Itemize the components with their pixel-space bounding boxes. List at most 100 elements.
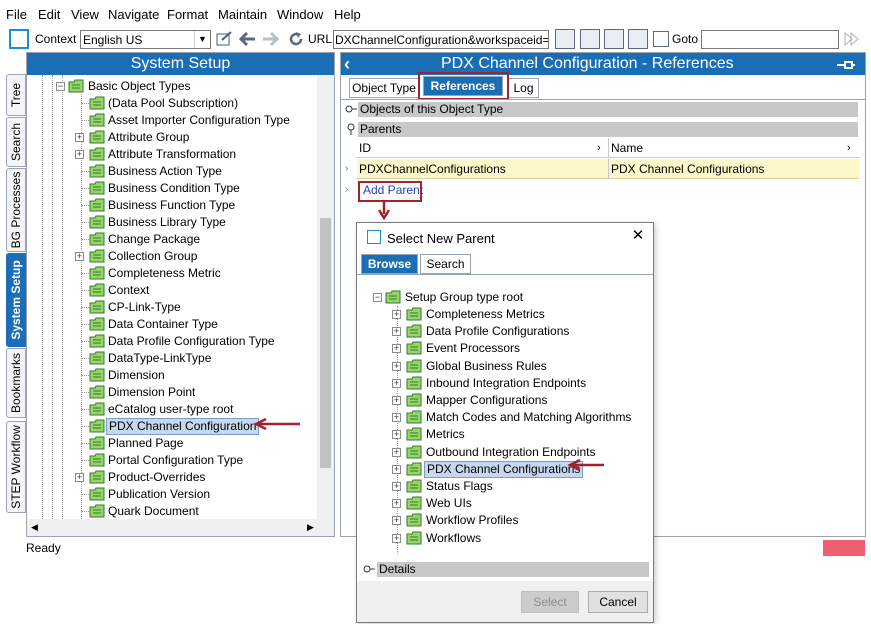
tree-item[interactable]: Change Package xyxy=(75,231,315,248)
dialog-tree-item[interactable]: + Status Flags xyxy=(392,478,647,495)
tree-item[interactable]: Completeness Metric xyxy=(75,265,315,282)
close-icon[interactable]: ✕ xyxy=(631,228,645,243)
collapsed-arrow-icon[interactable] xyxy=(345,103,357,115)
column-chevron-icon[interactable]: › xyxy=(597,138,607,158)
expand-icon[interactable]: + xyxy=(392,482,401,491)
tree-item[interactable]: Dimension Point xyxy=(75,384,315,401)
expand-icon[interactable]: + xyxy=(75,150,84,159)
tree-item[interactable]: Data Profile Configuration Type xyxy=(75,333,315,350)
expand-icon[interactable]: + xyxy=(392,361,401,371)
expand-icon[interactable]: + xyxy=(392,516,401,526)
expand-icon[interactable]: + xyxy=(392,310,401,319)
refresh-icon[interactable] xyxy=(287,30,305,48)
scroll-left-icon[interactable]: ◀ xyxy=(31,522,38,533)
expand-icon[interactable]: + xyxy=(392,430,401,440)
expand-icon[interactable]: + xyxy=(75,252,84,261)
collapse-icon[interactable]: − xyxy=(373,293,382,302)
back-chevron-icon[interactable]: ‹ xyxy=(344,54,362,74)
collapsed-arrow-icon[interactable] xyxy=(363,563,375,575)
tree-item[interactable]: Dimension xyxy=(75,367,315,384)
chevron-down-icon[interactable]: ▼ xyxy=(194,31,210,48)
tree-item[interactable]: + Collection Group xyxy=(75,248,315,265)
horizontal-scrollbar[interactable]: ◀ ▶ xyxy=(27,519,334,536)
section-details[interactable]: Details xyxy=(377,562,649,577)
tab-search[interactable]: Search xyxy=(420,254,471,274)
vertical-scrollbar[interactable] xyxy=(317,75,334,519)
row-chevron-icon[interactable]: › xyxy=(345,159,357,179)
tab-object-type[interactable]: Object Type xyxy=(349,78,419,98)
scroll-right-icon[interactable]: ▶ xyxy=(307,522,314,533)
dialog-tree-item[interactable]: + Mapper Configurations xyxy=(392,392,647,409)
comment-icon[interactable] xyxy=(580,29,600,49)
menu-maintain[interactable]: Maintain xyxy=(218,7,267,22)
expand-icon[interactable]: + xyxy=(392,533,401,543)
cancel-button[interactable]: Cancel xyxy=(588,591,648,613)
tab-bookmarks[interactable]: Bookmarks xyxy=(6,348,26,418)
go-arrow-icon[interactable] xyxy=(842,30,860,48)
menu-help[interactable]: Help xyxy=(334,7,361,22)
menu-view[interactable]: View xyxy=(71,7,99,22)
tab-system-setup[interactable]: System Setup xyxy=(6,253,26,347)
tree-item[interactable]: + Attribute Group xyxy=(75,129,315,146)
expanded-arrow-icon[interactable] xyxy=(345,123,357,135)
tab-step-workflow[interactable]: STEP Workflow xyxy=(6,421,26,513)
book-icon[interactable] xyxy=(628,29,648,49)
dialog-tree-item[interactable]: + Match Codes and Matching Algorithms xyxy=(392,409,647,426)
tree-item[interactable]: Portal Configuration Type xyxy=(75,452,315,469)
url-input[interactable]: DXChannelConfiguration&workspaceid=Main xyxy=(333,30,549,49)
dialog-tree-item[interactable]: + Workflows xyxy=(392,530,647,547)
tree-item[interactable]: Planned Page xyxy=(75,435,315,452)
forward-arrow-icon[interactable] xyxy=(261,29,281,49)
dialog-tree-item[interactable]: + Web UIs xyxy=(392,495,647,512)
expand-icon[interactable]: + xyxy=(75,133,84,142)
workspace-icon[interactable] xyxy=(9,29,29,49)
dialog-tree-item[interactable]: + Event Processors xyxy=(392,340,647,357)
dialog-tree-item[interactable]: + Workflow Profiles xyxy=(392,512,647,529)
goto-icon[interactable] xyxy=(653,31,669,47)
expand-icon[interactable]: + xyxy=(392,464,401,474)
table-row[interactable]: PDXChannelConfigurations PDX Channel Con… xyxy=(357,159,859,179)
tree-item[interactable]: (Data Pool Subscription) xyxy=(75,95,315,112)
dialog-tree-item[interactable]: + Data Profile Configurations xyxy=(392,323,647,340)
select-button[interactable]: Select xyxy=(521,591,579,613)
tree-item[interactable]: + Product-Overrides xyxy=(75,469,315,486)
dialog-tree-item[interactable]: + Metrics xyxy=(392,426,647,443)
expand-icon[interactable]: + xyxy=(392,344,401,354)
dialog-tree-root-row[interactable]: − Setup Group type root xyxy=(373,289,643,306)
dialog-tree-item[interactable]: + PDX Channel Configurations xyxy=(392,460,647,478)
pin-icon[interactable] xyxy=(835,57,857,71)
dialog-tree-item[interactable]: + Completeness Metrics xyxy=(392,306,647,323)
goto-input[interactable] xyxy=(701,30,839,49)
tab-tree[interactable]: Tree xyxy=(6,74,26,116)
tree-item[interactable]: Quark Document xyxy=(75,503,315,519)
dialog-tree-item[interactable]: + Inbound Integration Endpoints xyxy=(392,375,647,392)
scrollbar-thumb[interactable] xyxy=(320,218,331,468)
tree-item[interactable]: DataType-LinkType xyxy=(75,350,315,367)
expand-icon[interactable]: + xyxy=(392,327,401,337)
tree-item[interactable]: Business Library Type xyxy=(75,214,315,231)
tab-search[interactable]: Search xyxy=(6,117,26,167)
expand-icon[interactable]: + xyxy=(75,473,84,482)
tab-log[interactable]: Log xyxy=(508,78,539,98)
back-arrow-icon[interactable] xyxy=(237,29,257,49)
menu-window[interactable]: Window xyxy=(277,7,323,22)
tree-item[interactable]: + Attribute Transformation xyxy=(75,146,315,163)
tree-item[interactable]: Business Function Type xyxy=(75,197,315,214)
menu-format[interactable]: Format xyxy=(167,7,208,22)
tree-item[interactable]: CP-Link-Type xyxy=(75,299,315,316)
expand-icon[interactable]: + xyxy=(392,378,401,388)
menu-edit[interactable]: Edit xyxy=(38,7,60,22)
expand-icon[interactable]: + xyxy=(392,413,401,423)
expand-icon[interactable]: + xyxy=(392,396,401,405)
tree-item[interactable]: Data Container Type xyxy=(75,316,315,333)
column-chevron-icon[interactable]: › xyxy=(847,138,857,158)
edit-context-icon[interactable] xyxy=(215,30,233,48)
menu-file[interactable]: File xyxy=(6,7,27,22)
tree-item[interactable]: Asset Importer Configuration Type xyxy=(75,112,315,129)
section-parents[interactable]: Parents xyxy=(358,122,858,137)
window-icon[interactable] xyxy=(604,29,624,49)
tree-item[interactable]: Publication Version xyxy=(75,486,315,503)
details-view-icon[interactable] xyxy=(555,29,575,49)
column-header-id[interactable]: ID xyxy=(357,138,609,158)
tree-root-row[interactable]: − Basic Object Types xyxy=(56,78,316,95)
